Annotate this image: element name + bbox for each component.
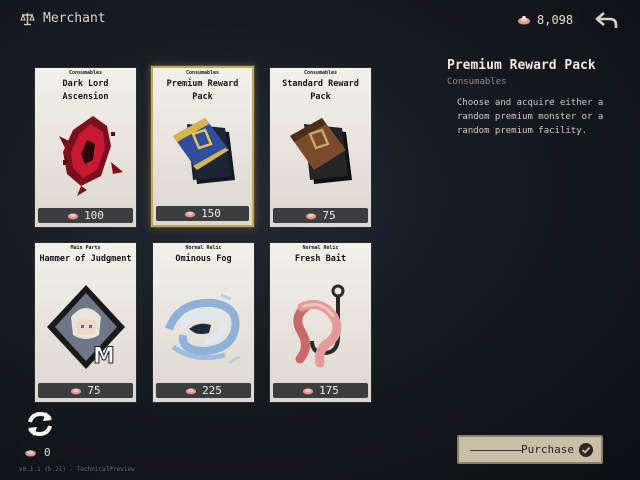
checkmark-icon <box>579 443 593 457</box>
version-label: v0.1.1 (b.21) - TechnicalPreview <box>19 466 135 473</box>
card-name: Hammer of Judgment <box>39 254 132 264</box>
shop-card-standard-reward-pack[interactable]: Consumables Standard Reward Pack 75 <box>269 67 372 228</box>
currency-amount: 8,098 <box>537 13 574 27</box>
meat-currency-icon <box>184 211 196 218</box>
meat-currency-icon <box>306 213 317 220</box>
card-name: Premium Reward Pack <box>166 79 239 102</box>
hammer-of-judgment-icon: M <box>47 285 125 370</box>
price-value: 75 <box>87 384 101 397</box>
header-title: Merchant <box>20 11 106 26</box>
card-name: Ominous Fog <box>175 254 232 264</box>
svg-text:M: M <box>93 344 115 369</box>
card-name: Dark Lord Ascension <box>62 79 109 102</box>
back-arrow-icon[interactable] <box>595 11 619 29</box>
shop-card-ominous-fog[interactable]: Normal Relic Ominous Fog 225 <box>152 242 255 403</box>
ominous-fog-icon <box>165 293 240 365</box>
meat-currency-icon <box>185 388 197 395</box>
dark-lord-ascension-icon <box>59 116 123 196</box>
price-value: 150 <box>201 207 221 220</box>
purchase-button[interactable]: Purchase <box>457 435 603 464</box>
card-price: 225 <box>156 383 251 398</box>
meat-currency-icon <box>302 388 314 395</box>
card-category: Normal Relic <box>302 245 339 251</box>
card-category: Consumables <box>68 70 103 76</box>
detail-category: Consumables <box>447 77 507 87</box>
card-category: Consumables <box>185 70 220 76</box>
refresh-icon[interactable] <box>24 408 56 440</box>
card-category: Normal Relic <box>185 245 222 251</box>
card-price: 175 <box>273 383 368 398</box>
meat-currency-icon <box>67 213 79 220</box>
shop-card-dark-lord-ascension[interactable]: Consumables Dark Lord Ascension 100 <box>34 67 137 228</box>
meat-currency-icon <box>518 16 530 25</box>
fresh-bait-icon <box>293 284 345 368</box>
shop-card-hammer-of-judgment[interactable]: Main Parts Hammer of Judgment M 75 <box>34 242 137 403</box>
scales-icon <box>20 12 35 25</box>
detail-title: Premium Reward Pack <box>447 58 596 73</box>
purchase-divider <box>470 450 522 451</box>
wallet-amount: 0 <box>44 445 51 459</box>
meat-currency-icon <box>25 449 36 457</box>
card-name: Fresh Bait <box>294 254 347 264</box>
price-value: 175 <box>319 384 339 397</box>
page-title: Merchant <box>43 11 106 26</box>
meat-currency-icon <box>71 388 82 395</box>
price-value: 75 <box>322 209 336 222</box>
price-value: 225 <box>202 384 222 397</box>
card-category: Consumables <box>303 70 338 76</box>
price-value: 100 <box>84 209 104 222</box>
shop-card-fresh-bait[interactable]: Normal Relic Fresh Bait 175 <box>269 242 372 403</box>
card-price: 150 <box>156 206 249 221</box>
premium-reward-pack-icon <box>173 118 235 184</box>
card-price: 100 <box>38 208 133 223</box>
currency-display: 8,098 <box>511 9 580 31</box>
card-price: 75 <box>273 208 368 223</box>
shop-card-premium-reward-pack[interactable]: Consumables Premium Reward Pack 150 <box>151 66 254 227</box>
detail-description: Choose and acquire either a random premi… <box>457 98 604 136</box>
wallet-display: 0 <box>18 441 63 463</box>
card-price: 75 <box>38 383 133 398</box>
standard-reward-pack-icon <box>290 118 352 184</box>
purchase-label: Purchase <box>521 443 574 456</box>
card-name: Standard Reward Pack <box>282 79 359 102</box>
card-category: Main Parts <box>70 245 101 251</box>
